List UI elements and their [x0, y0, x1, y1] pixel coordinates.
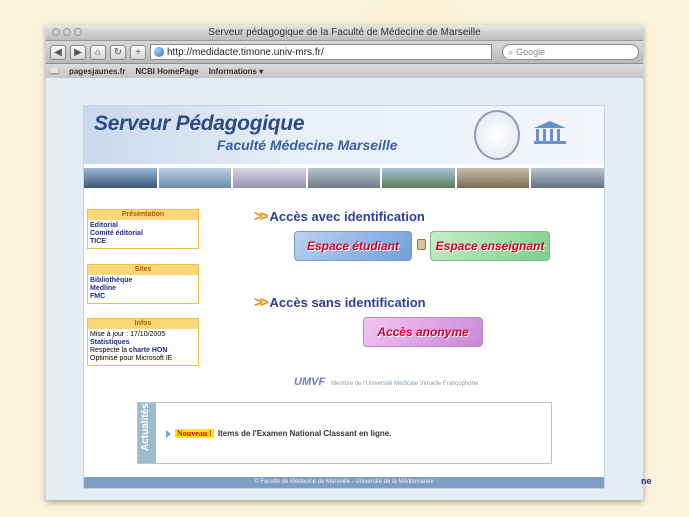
presentation-box: Présentation Editorial Comité éditorial …: [87, 209, 199, 249]
teacher-space-button[interactable]: Espace enseignant: [430, 231, 550, 261]
bookmark-pagesjaunes[interactable]: pagesjaunes.fr: [69, 67, 125, 76]
link-medline[interactable]: Medline: [88, 285, 198, 293]
bookmarks-bar: 📖 pagesjaunes.fr NCBI HomePage Informati…: [46, 64, 643, 79]
site-container: Serveur Pédagogique Faculté Médecine Mar…: [83, 105, 605, 489]
site-subtitle: Faculté Médecine Marseille: [217, 137, 398, 153]
bookmark-informations[interactable]: Informations ▾: [209, 67, 264, 76]
minimize-window-button[interactable]: [63, 28, 71, 36]
window-controls: [52, 28, 82, 36]
site-title: Serveur Pédagogique: [94, 112, 305, 135]
browser-toolbar: ◀ ▶ ⌂ ↻ + http://medidacte.timone.univ-m…: [46, 41, 643, 64]
link-charte-hon[interactable]: charte HON: [129, 347, 168, 354]
presentation-header: Présentation: [88, 210, 198, 220]
bookmark-ncbi[interactable]: NCBI HomePage: [135, 67, 198, 76]
photo-flowers: [233, 168, 306, 188]
link-editorial[interactable]: Editorial: [88, 220, 198, 230]
chevrons-icon: >>: [254, 208, 268, 225]
address-bar[interactable]: http://medidacte.timone.univ-mrs.fr/: [150, 44, 493, 60]
photo-old-town: [456, 168, 530, 188]
bullet-arrow-icon: [166, 429, 171, 438]
reload-icon: ↻: [113, 46, 123, 58]
anonymous-access-button[interactable]: Accès anonyme: [363, 317, 483, 347]
forward-arrow-icon: ▶: [74, 46, 82, 58]
background-text-fragment: ne: [641, 476, 652, 486]
infos-header: Infos: [88, 319, 198, 329]
title-bar: Serveur pédagogique de la Faculté de Méd…: [46, 25, 643, 41]
back-arrow-icon: ◀: [54, 46, 62, 58]
close-window-button[interactable]: [52, 28, 60, 36]
site-header: Serveur Pédagogique Faculté Médecine Mar…: [84, 106, 604, 164]
reload-button[interactable]: ↻: [110, 44, 126, 60]
link-statistiques[interactable]: Statistiques: [88, 339, 198, 347]
chevrons-icon: >>: [254, 294, 268, 311]
umvf-banner[interactable]: UMVF Membre de l'Université Médicale Vir…: [294, 376, 478, 388]
search-icon: ⌕: [508, 46, 514, 57]
link-comite-editorial[interactable]: Comité éditorial: [88, 230, 198, 238]
search-input[interactable]: ⌕ Google: [502, 44, 639, 60]
forward-button[interactable]: ▶: [70, 44, 86, 60]
plus-icon: +: [135, 46, 141, 58]
news-side-label: Actualités: [140, 403, 151, 451]
sites-box: Sites Bibliothèque Medline FMC: [87, 264, 199, 304]
site-footer: © Faculté de Médecine de Marseille - Uni…: [84, 477, 604, 488]
new-badge: Nouveau !: [175, 429, 214, 438]
browser-window: Serveur pédagogique de la Faculté de Méd…: [46, 25, 643, 500]
header-photo-strip: [84, 168, 605, 188]
hon-line: Respecte la charte HON: [88, 347, 198, 355]
news-item[interactable]: Nouveau ! Items de l'Examen National Cla…: [166, 429, 391, 438]
photo-stadium: [531, 168, 605, 188]
umvf-caption: Membre de l'Université Médicale Virtuell…: [331, 381, 479, 387]
faculty-medal-logo: [474, 110, 520, 160]
optimized-text: Optimisé pour Microsoft IE: [90, 355, 173, 362]
zoom-window-button[interactable]: [74, 28, 82, 36]
back-button[interactable]: ◀: [50, 44, 66, 60]
access-without-id-text: Accès sans identification: [269, 295, 426, 310]
last-update-text: Mise à jour : 17/10/2005: [90, 331, 166, 338]
photo-harbor: [84, 168, 157, 188]
photo-building: [307, 168, 381, 188]
student-space-button[interactable]: Espace étudiant: [294, 231, 412, 261]
address-url: http://medidacte.timone.univ-mrs.fr/: [167, 46, 324, 58]
home-button[interactable]: ⌂: [90, 44, 106, 60]
link-fmc[interactable]: FMC: [88, 293, 198, 303]
page-viewport: Serveur Pédagogique Faculté Médecine Mar…: [46, 78, 643, 500]
link-bibliotheque[interactable]: Bibliothèque: [88, 275, 198, 285]
news-side-tab: Actualités: [138, 403, 156, 463]
photo-coast: [382, 168, 455, 188]
bookmarks-book-icon[interactable]: 📖: [49, 67, 59, 76]
globe-icon: [154, 47, 164, 57]
access-with-id-text: Accès avec identification: [269, 209, 425, 224]
lock-icon: [417, 239, 426, 250]
infos-box: Infos Mise à jour : 17/10/2005 Statistiq…: [87, 318, 199, 366]
news-box: Actualités Nouveau ! Items de l'Examen N…: [137, 402, 552, 464]
access-with-id-heading: >> Accès avec identification: [254, 208, 425, 225]
umvf-logo: UMVF: [294, 376, 326, 388]
window-title: Serveur pédagogique de la Faculté de Méd…: [208, 27, 481, 38]
search-placeholder: Google: [516, 47, 546, 57]
news-item-text[interactable]: Items de l'Examen National Classant en l…: [218, 429, 392, 438]
hon-prefix: Respecte la: [90, 347, 129, 354]
add-bookmark-button[interactable]: +: [130, 44, 146, 60]
access-without-id-heading: >> Accès sans identification: [254, 294, 426, 311]
link-tice[interactable]: TICE: [88, 238, 198, 248]
photo-boats: [158, 168, 232, 188]
temple-logo-icon: [534, 121, 566, 144]
home-icon: ⌂: [94, 46, 102, 58]
sites-header: Sites: [88, 265, 198, 275]
